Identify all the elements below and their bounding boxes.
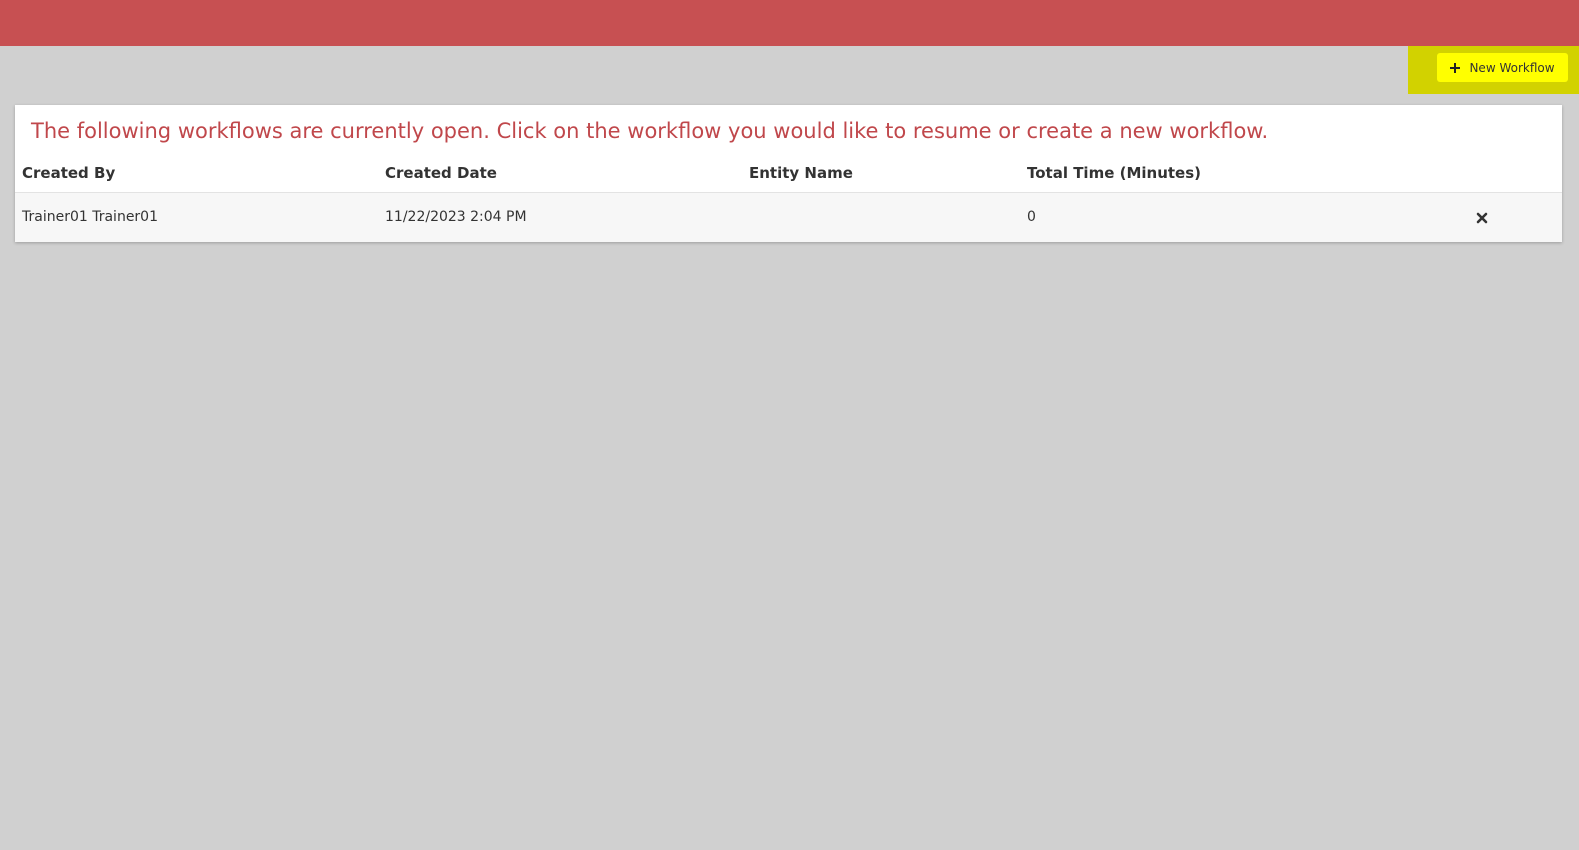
cell-total-time: 0 xyxy=(1027,209,1036,225)
close-icon[interactable] xyxy=(1475,211,1489,225)
column-header-total-time: Total Time (Minutes) xyxy=(1027,164,1202,182)
new-workflow-label: New Workflow xyxy=(1469,60,1555,75)
open-workflows-card: The following workflows are currently op… xyxy=(15,105,1562,242)
plus-icon xyxy=(1450,62,1461,73)
new-workflow-button[interactable]: New Workflow xyxy=(1437,53,1568,82)
workflow-row[interactable]: Trainer01 Trainer01 11/22/2023 2:04 PM 0 xyxy=(15,193,1562,242)
cell-created-by: Trainer01 Trainer01 xyxy=(22,209,159,225)
open-workflows-intro: The following workflows are currently op… xyxy=(31,119,1269,143)
workflow-actions-panel: New Workflow xyxy=(1408,46,1579,94)
column-header-created-by: Created By xyxy=(22,164,116,182)
cell-created-date: 11/22/2023 2:04 PM xyxy=(385,209,527,225)
top-header-bar xyxy=(0,0,1579,46)
column-header-entity-name: Entity Name xyxy=(749,164,853,182)
column-header-created-date: Created Date xyxy=(385,164,497,182)
